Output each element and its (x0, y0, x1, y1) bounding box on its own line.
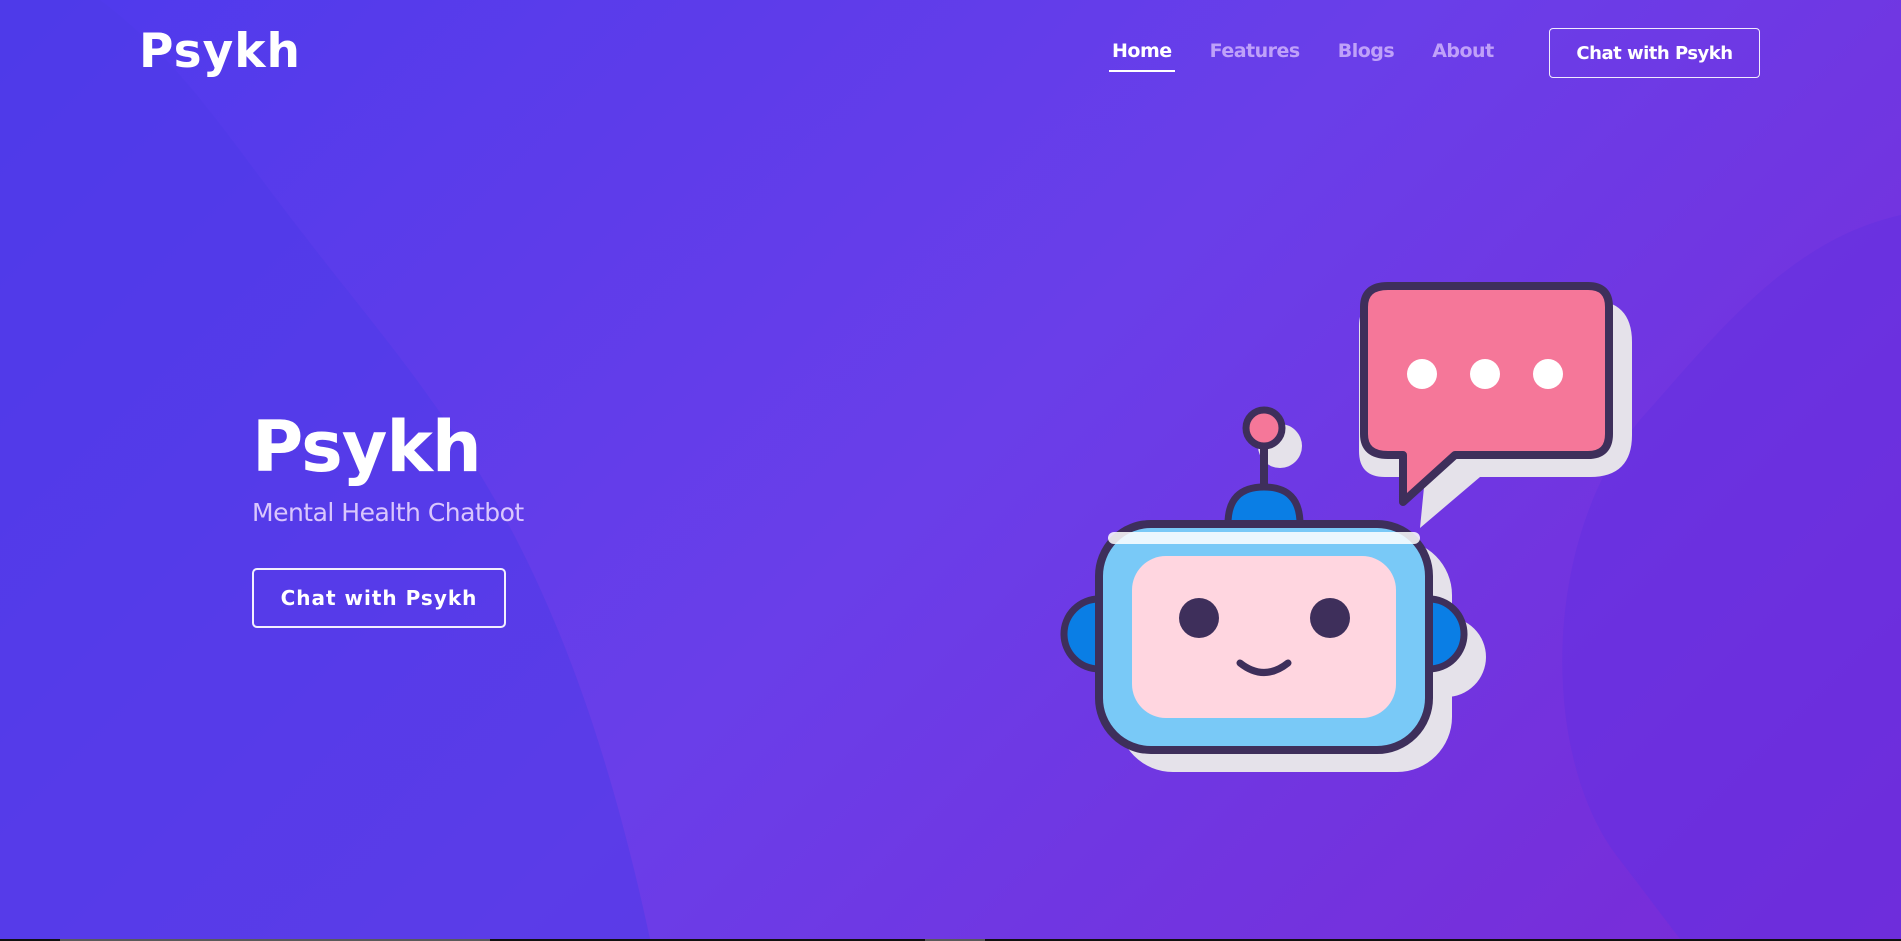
nav-item-home[interactable]: Home (1109, 40, 1175, 72)
main-nav: Home Features Blogs About (1109, 40, 1532, 72)
robot-chat-icon (1060, 282, 1632, 772)
hero-section: Psykh Home Features Blogs About Chat wit… (0, 0, 1901, 939)
nav-item-features[interactable]: Features (1210, 40, 1301, 72)
nav-item-blogs[interactable]: Blogs (1338, 40, 1395, 72)
nav-item-about[interactable]: About (1432, 40, 1494, 72)
speech-bubble-icon (1359, 282, 1632, 528)
hero-subtitle: Mental Health Chatbot (252, 498, 524, 527)
hero-chat-button[interactable]: Chat with Psykh (252, 568, 506, 628)
nav-chat-button[interactable]: Chat with Psykh (1549, 28, 1760, 78)
brand-logo[interactable]: Psykh (139, 24, 301, 79)
hero-title: Psykh (252, 406, 482, 488)
